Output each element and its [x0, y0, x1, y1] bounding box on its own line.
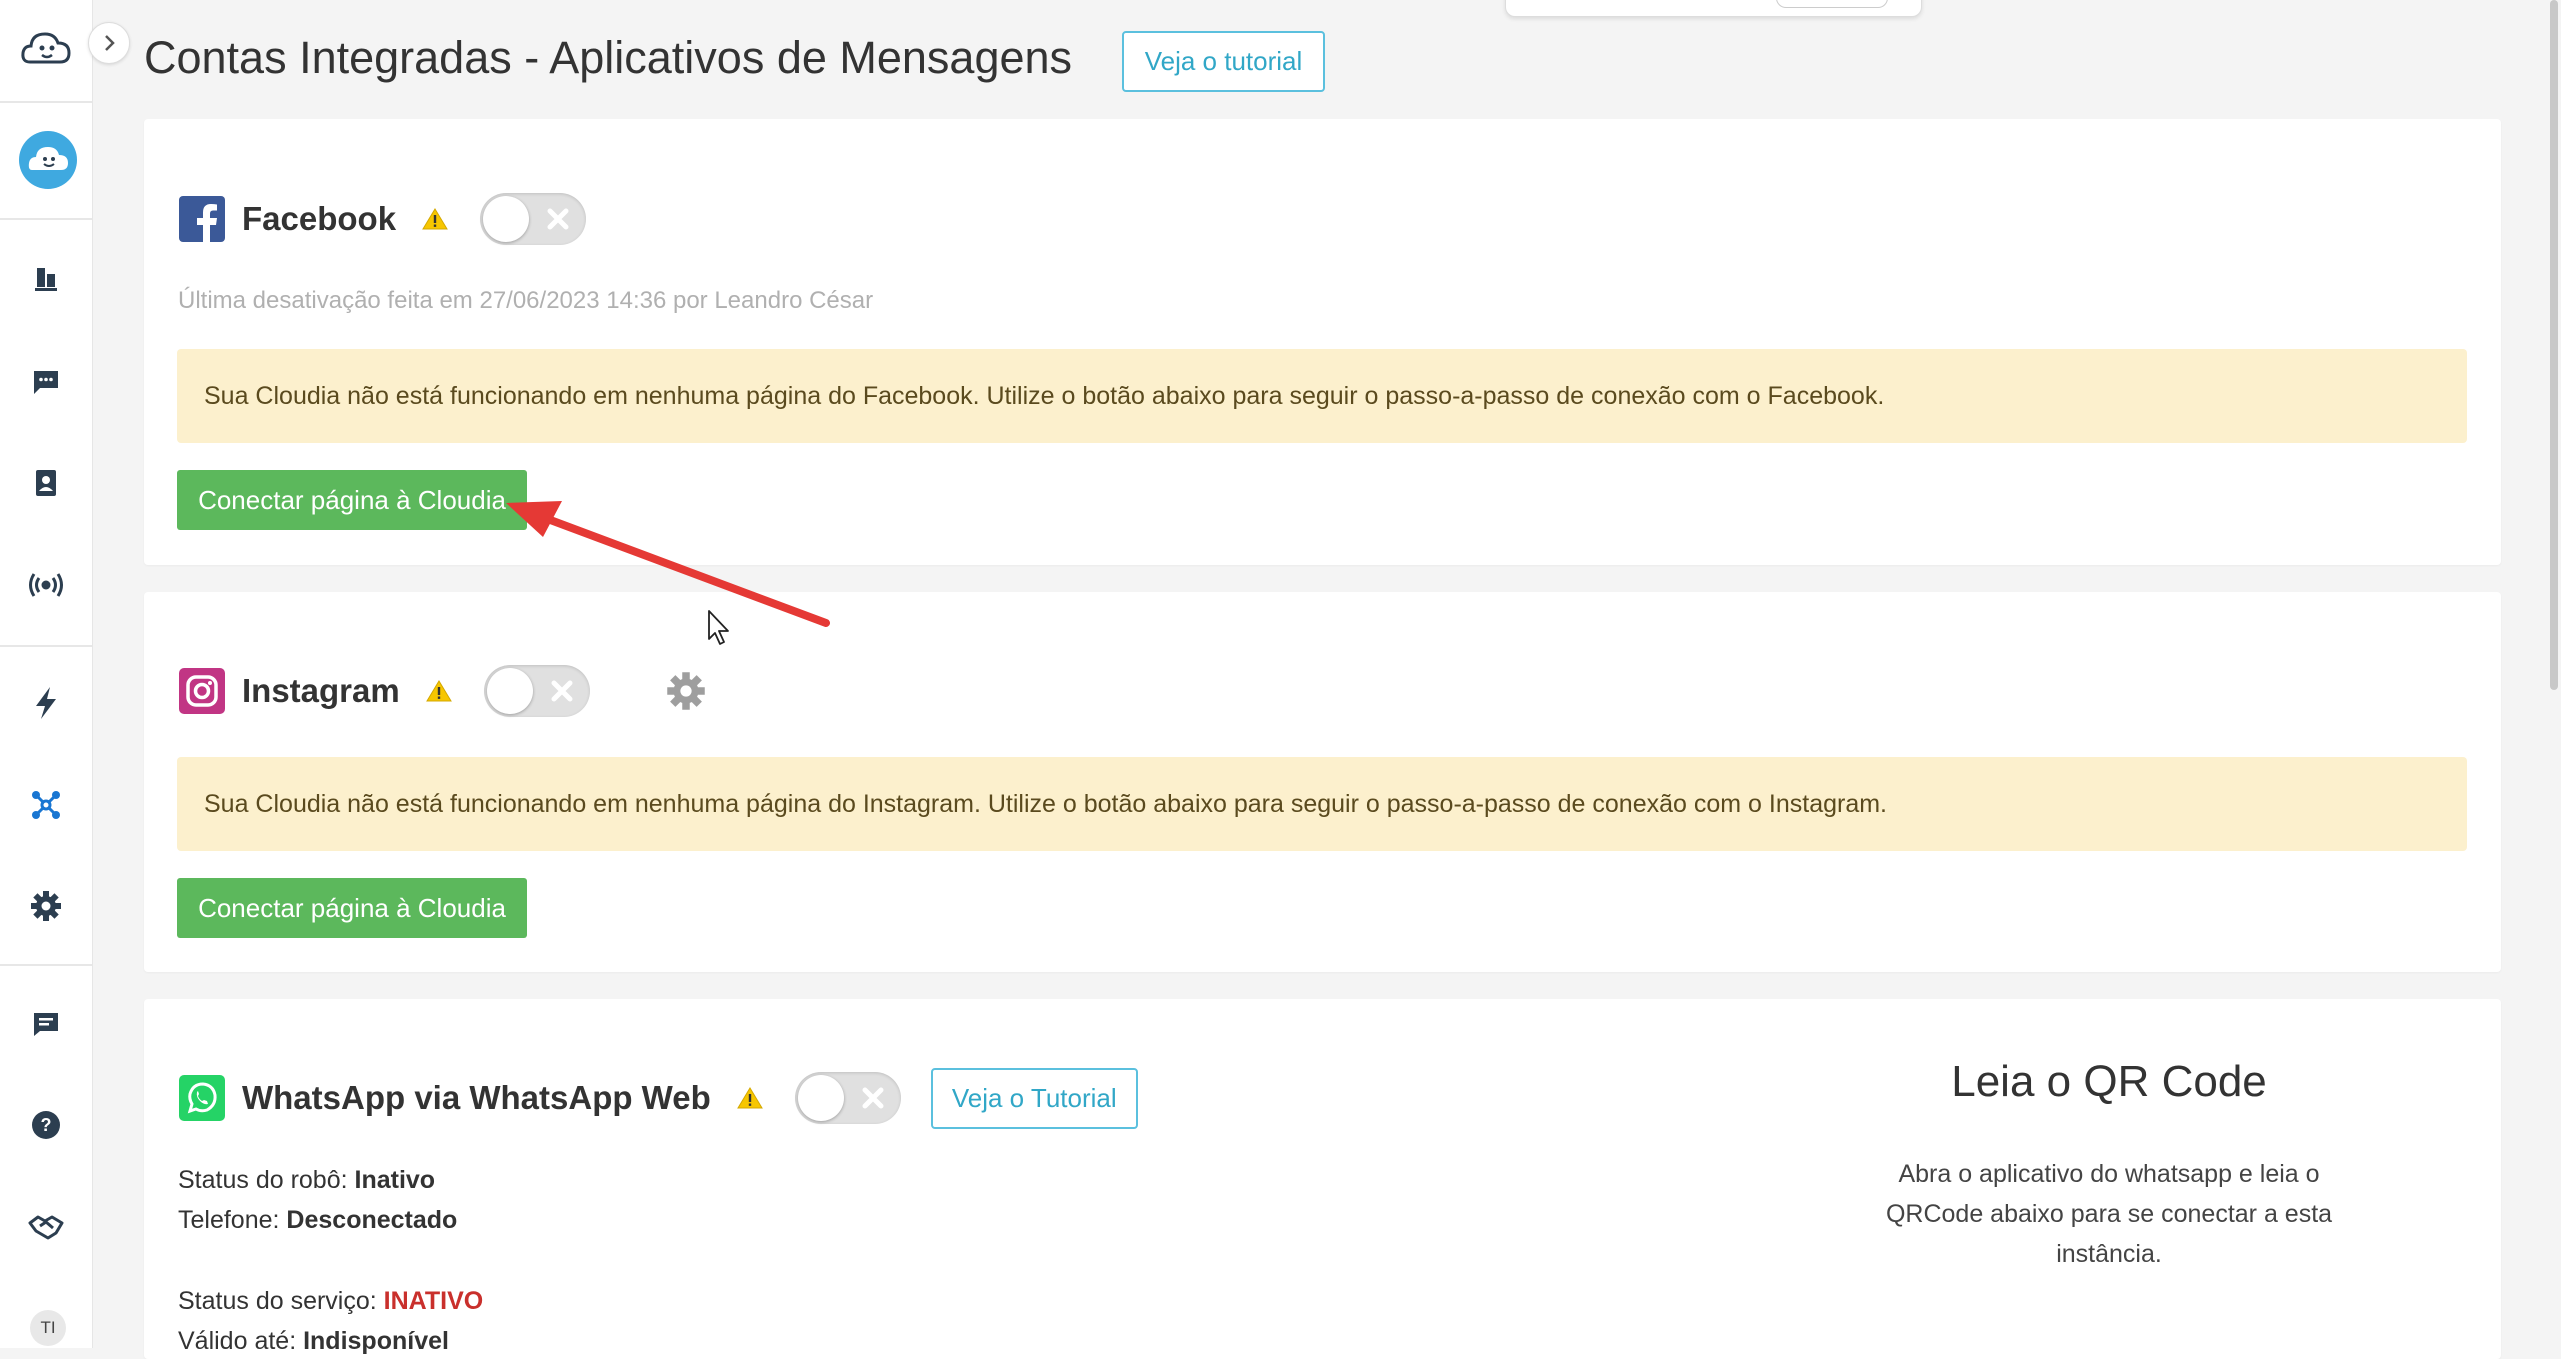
tutorial-button[interactable]: Veja o tutorial [1122, 31, 1325, 92]
instagram-title: Instagram [242, 672, 400, 709]
sidebar: ? TI [0, 0, 93, 1348]
close-icon [547, 208, 569, 230]
help-icon[interactable]: ? [26, 1105, 66, 1145]
profile-avatar-icon[interactable] [18, 130, 78, 190]
sidebar-divider [0, 101, 92, 103]
last-deactivation-text: Última desativação feita em 27/06/2023 1… [178, 287, 874, 314]
scrollbar[interactable] [2547, 0, 2561, 1348]
facebook-icon [178, 195, 226, 243]
facebook-title: Facebook [242, 200, 397, 237]
scrollbar-thumb[interactable] [2550, 0, 2558, 690]
messages-icon[interactable] [26, 1004, 66, 1044]
whatsapp-icon [178, 1074, 226, 1122]
warning-icon [425, 679, 452, 703]
instagram-alert: Sua Cloudia não está funcionando em nenh… [177, 757, 2467, 851]
sidebar-toggle-button[interactable] [88, 22, 130, 64]
instagram-toggle[interactable] [483, 665, 590, 717]
warning-icon [422, 207, 448, 231]
handshake-icon[interactable] [26, 1207, 66, 1247]
warning-icon [736, 1086, 763, 1110]
whatsapp-header: WhatsApp via WhatsApp Web Veja o Tutoria… [178, 1067, 1138, 1129]
service-status: Status do serviço: INATIVO [178, 1287, 484, 1315]
close-icon [862, 1087, 884, 1109]
instagram-icon [178, 667, 226, 715]
user-avatar[interactable]: TI [30, 1310, 66, 1346]
phone-status: Telefone: Desconectado [178, 1206, 458, 1234]
instagram-header: Instagram [178, 663, 706, 719]
page-title: Contas Integradas - Aplicativos de Mensa… [144, 32, 1073, 83]
instagram-settings-gear-icon[interactable] [666, 671, 706, 711]
facebook-alert: Sua Cloudia não está funcionando em nenh… [177, 349, 2467, 443]
sidebar-divider [0, 645, 92, 647]
valid-until: Válido até: Indisponível [178, 1327, 449, 1355]
top-popup-panel [1505, 0, 1922, 17]
facebook-header: Facebook [178, 191, 587, 247]
sidebar-divider [0, 964, 92, 966]
cloudia-logo-icon[interactable] [20, 26, 72, 72]
whatsapp-tutorial-button[interactable]: Veja o Tutorial [930, 1067, 1138, 1129]
instagram-connect-button[interactable]: Conectar página à Cloudia [177, 878, 527, 938]
whatsapp-card: WhatsApp via WhatsApp Web Veja o Tutoria… [144, 999, 2501, 1359]
close-icon [551, 680, 573, 702]
facebook-card: Facebook Última desativação feita em 27/… [144, 119, 2501, 565]
instagram-card: Instagram Sua Cloudia não está funcionan… [144, 592, 2501, 972]
chevron-right-icon [105, 35, 115, 51]
settings-gear-icon[interactable] [26, 886, 66, 926]
chat-icon[interactable] [26, 362, 66, 402]
whatsapp-toggle[interactable] [794, 1072, 901, 1124]
facebook-connect-button[interactable]: Conectar página à Cloudia [177, 470, 527, 530]
robot-status: Status do robô: Inativo [178, 1166, 436, 1194]
qr-description: Abra o aplicativo do whatsapp e leia o Q… [1885, 1160, 2333, 1268]
sidebar-divider [0, 218, 92, 220]
dashboard-chart-icon[interactable] [26, 258, 66, 298]
qr-title: Leia o QR Code [1951, 1057, 2267, 1106]
broadcast-icon[interactable] [26, 565, 66, 605]
whatsapp-title: WhatsApp via WhatsApp Web [242, 1079, 711, 1116]
svg-text:?: ? [41, 1115, 52, 1135]
facebook-toggle[interactable] [480, 193, 587, 245]
lightning-icon[interactable] [26, 683, 66, 723]
integrations-icon[interactable] [26, 785, 66, 825]
contacts-icon[interactable] [26, 463, 66, 503]
